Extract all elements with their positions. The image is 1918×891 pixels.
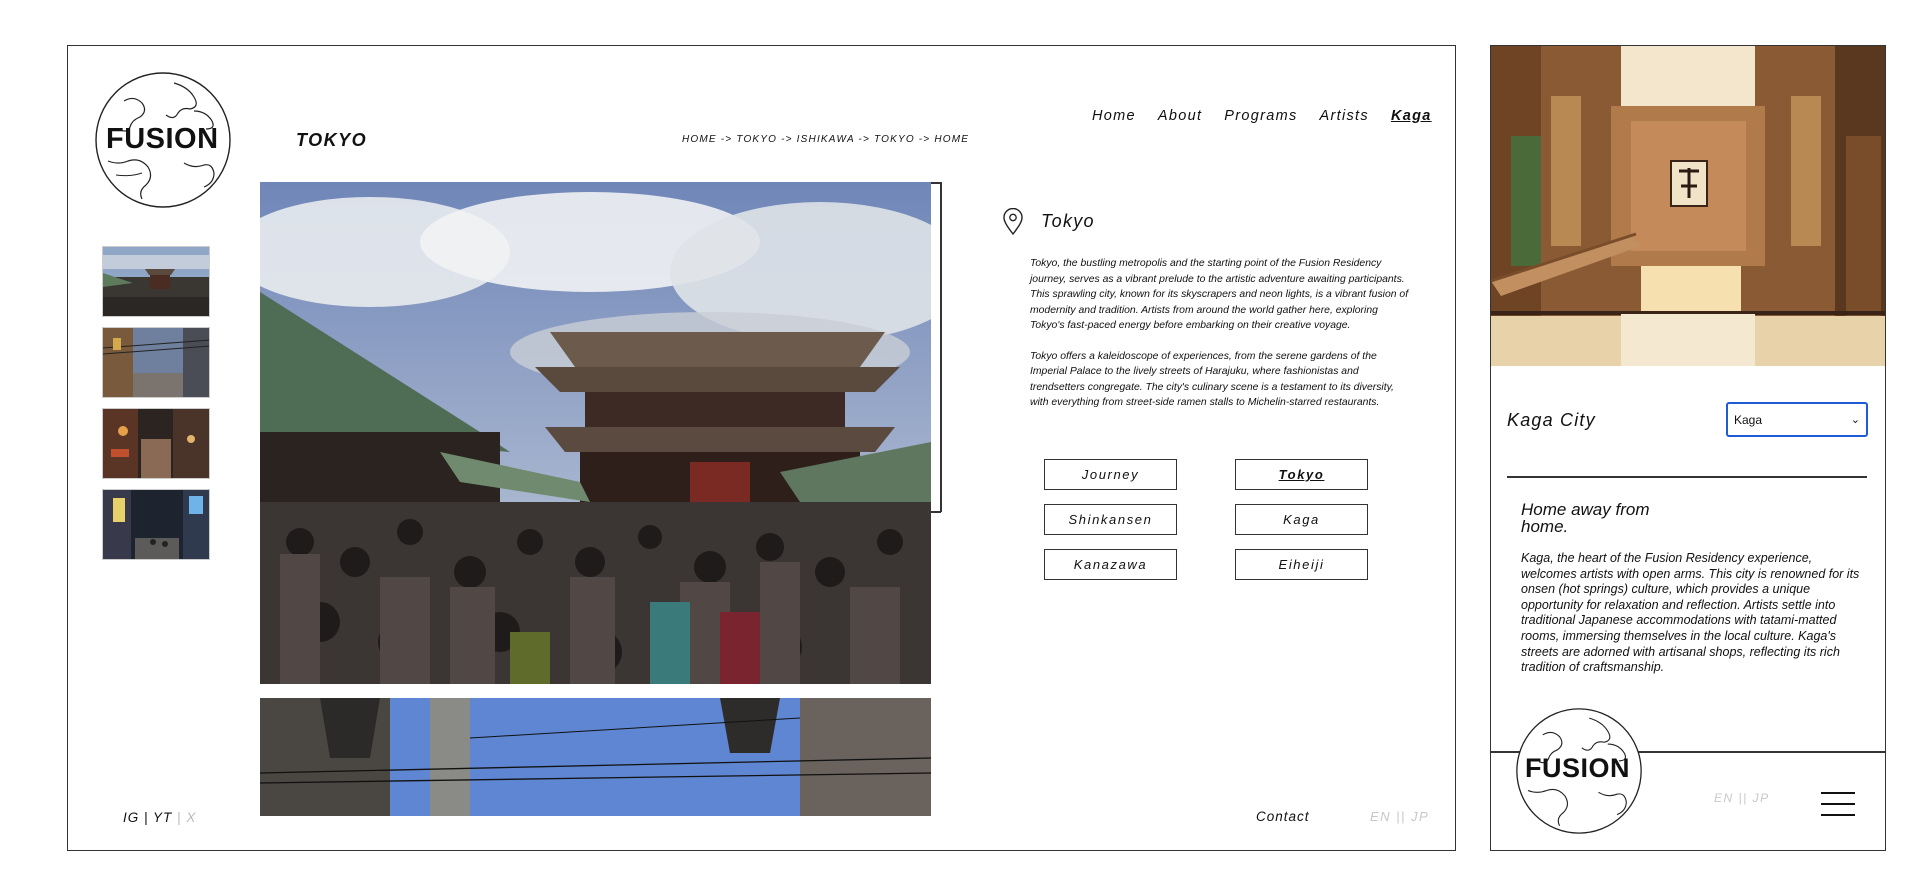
mobile-divider <box>1507 476 1867 478</box>
page-title: TOKYO <box>296 130 368 150</box>
mobile-description: Kaga, the heart of the Fusion Residency … <box>1521 551 1860 675</box>
mobile-fusion-logo[interactable]: FUSION <box>1515 707 1643 835</box>
section-description: Tokyo, the bustling metropolis and the s… <box>1030 256 1410 426</box>
separator: | <box>172 810 187 825</box>
contact-link[interactable]: Contact <box>1256 809 1310 824</box>
kaga-button[interactable]: Kaga <box>1235 504 1368 535</box>
section-divider <box>931 511 941 513</box>
street-thumbnail[interactable] <box>102 327 210 398</box>
fusion-logo[interactable]: FUSION <box>94 71 232 209</box>
ryokan-interior-photo <box>1491 46 1885 366</box>
mobile-city-title: Kaga City <box>1507 410 1596 430</box>
shinkansen-button[interactable]: Shinkansen <box>1044 504 1177 535</box>
main-temple-photo <box>260 182 931 684</box>
language-switcher[interactable]: EN || JP <box>1370 809 1429 824</box>
youtube-link[interactable]: YT <box>153 810 172 825</box>
location-pin-icon <box>1002 207 1024 241</box>
nav-item-artists[interactable]: Artists <box>1320 108 1369 124</box>
nav-item-about[interactable]: About <box>1158 108 1202 124</box>
section-divider <box>940 182 942 512</box>
hamburger-menu-icon[interactable] <box>1821 792 1855 818</box>
mobile-language-switcher[interactable]: EN || JP <box>1714 791 1770 805</box>
temple-thumbnail[interactable] <box>102 246 210 317</box>
chevron-down-icon: ⌄ <box>1850 414 1860 426</box>
section-title: Tokyo <box>1041 211 1095 231</box>
nav-item-kaga[interactable]: Kaga <box>1391 108 1432 124</box>
nav-item-programs[interactable]: Programs <box>1224 108 1297 124</box>
tokyo-button[interactable]: Tokyo <box>1235 459 1368 490</box>
description-paragraph: Tokyo offers a kaleidoscope of experienc… <box>1030 350 1394 409</box>
x-link[interactable]: X <box>186 810 196 825</box>
eiheiji-button[interactable]: Eiheiji <box>1235 549 1368 580</box>
night-alley-thumbnail[interactable] <box>102 408 210 479</box>
breadcrumb[interactable]: HOME -> TOKYO -> ISHIKAWA -> TOKYO -> HO… <box>682 134 969 145</box>
instagram-link[interactable]: IG <box>123 810 139 825</box>
nav-item-home[interactable]: Home <box>1092 108 1136 124</box>
city-select-value: Kaga <box>1734 412 1763 427</box>
city-select[interactable]: Kaga ⌄ <box>1726 402 1868 437</box>
mobile-page-frame: Kaga City Kaga ⌄ Home away from home. Ka… <box>1490 45 1886 851</box>
mobile-heading: Home away from home. <box>1521 500 1650 536</box>
logo-wordmark: FUSION <box>1525 753 1631 783</box>
logo-wordmark: FUSION <box>106 123 219 155</box>
night-street-thumbnail[interactable] <box>102 489 210 560</box>
street-lamps-photo <box>260 698 931 816</box>
separator: | <box>139 810 154 825</box>
journey-button[interactable]: Journey <box>1044 459 1177 490</box>
kanazawa-button[interactable]: Kanazawa <box>1044 549 1177 580</box>
main-nav: Home About Programs Artists Kaga <box>1092 108 1432 124</box>
social-links: IG | YT | X <box>123 810 196 825</box>
description-paragraph: Tokyo, the bustling metropolis and the s… <box>1030 258 1409 331</box>
desktop-page-frame: FUSION TOKYO HOME -> TOKYO -> ISHIKAWA -… <box>67 45 1456 851</box>
